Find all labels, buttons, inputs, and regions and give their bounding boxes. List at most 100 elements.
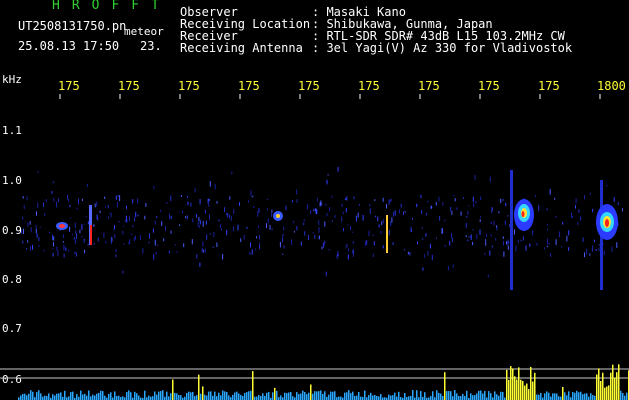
power-bar	[268, 391, 270, 400]
noise-dot	[544, 247, 545, 250]
noise-dot	[38, 245, 40, 247]
power-bar	[476, 393, 478, 400]
power-bar	[538, 394, 540, 400]
noise-dot	[259, 244, 260, 250]
noise-dot	[410, 228, 412, 233]
noise-dot	[293, 221, 295, 224]
power-bar	[554, 393, 556, 400]
noise-dot	[392, 242, 394, 245]
noise-dot	[97, 237, 99, 242]
noise-dot	[63, 244, 65, 251]
power-bar	[350, 393, 352, 400]
power-bar	[322, 393, 324, 400]
power-bar	[574, 392, 576, 400]
noise-dot	[266, 198, 268, 200]
noise-dot	[484, 253, 486, 256]
noise-dot	[547, 224, 548, 226]
power-bar	[44, 395, 46, 400]
noise-dot	[555, 215, 557, 218]
power-bar	[340, 396, 342, 400]
power-bar	[158, 391, 160, 400]
noise-dot	[74, 239, 76, 245]
power-bar	[458, 396, 460, 400]
power-bar	[130, 392, 132, 400]
power-bar	[516, 379, 518, 400]
noise-dot	[104, 196, 106, 199]
noise-dot	[377, 216, 379, 222]
noise-dot	[337, 250, 339, 255]
noise-dot	[186, 215, 188, 220]
power-bar	[46, 396, 48, 400]
power-bar	[204, 394, 206, 400]
noise-dot	[480, 196, 482, 201]
noise-dot	[291, 239, 293, 245]
power-bar	[520, 379, 522, 400]
power-bar	[446, 391, 448, 400]
power-bar	[234, 392, 236, 400]
power-bar	[438, 392, 440, 400]
power-bar	[546, 391, 548, 400]
power-bar	[370, 392, 372, 400]
noise-dot	[575, 198, 577, 204]
noise-dot	[155, 251, 157, 255]
power-bar	[352, 391, 354, 400]
noise-dot	[388, 199, 390, 205]
noise-dot	[205, 220, 207, 225]
power-bar	[60, 392, 62, 400]
power-bar	[320, 390, 322, 400]
power-bar	[610, 372, 612, 400]
power-bar	[206, 395, 208, 400]
noise-dot	[404, 248, 406, 251]
noise-dot	[69, 204, 71, 208]
noise-dot	[584, 252, 585, 258]
noise-dot	[209, 181, 211, 187]
power-bar	[224, 391, 226, 400]
noise-dot	[133, 237, 135, 241]
noise-dot	[555, 239, 557, 246]
power-bar	[530, 366, 532, 400]
noise-dot	[430, 205, 432, 209]
noise-dot	[324, 240, 326, 244]
noise-dot	[87, 221, 89, 225]
noise-dot	[206, 234, 208, 240]
power-bar	[626, 392, 628, 400]
noise-dot	[447, 266, 449, 271]
power-bar	[250, 390, 252, 400]
noise-dot	[43, 202, 44, 207]
power-bar	[82, 394, 84, 400]
noise-dot	[441, 228, 443, 234]
noise-dot	[216, 242, 218, 248]
noise-dot	[116, 202, 118, 208]
power-bar	[300, 393, 302, 400]
noise-dot	[336, 254, 338, 260]
noise-dot	[313, 209, 315, 211]
noise-dot	[81, 198, 83, 201]
power-bar	[160, 391, 162, 400]
noise-dot	[169, 213, 170, 220]
noise-dot	[345, 208, 347, 213]
noise-dot	[296, 226, 298, 231]
noise-dot	[366, 240, 368, 245]
noise-dot	[460, 211, 462, 216]
noise-dot	[303, 222, 305, 226]
noise-dot	[142, 248, 144, 254]
power-bar	[94, 395, 96, 400]
noise-dot	[329, 207, 331, 211]
power-bar	[178, 395, 180, 400]
power-bar	[450, 391, 452, 400]
noise-dot	[53, 242, 54, 247]
power-bar	[96, 393, 98, 400]
noise-dot	[145, 203, 147, 207]
noise-dot	[53, 236, 55, 241]
power-bar	[70, 392, 72, 400]
noise-dot	[347, 254, 349, 260]
power-bar	[214, 391, 216, 400]
noise-dot	[192, 218, 194, 223]
noise-dot	[407, 251, 409, 255]
noise-dot	[318, 235, 320, 240]
noise-dot	[598, 244, 600, 246]
noise-dot	[201, 248, 203, 253]
noise-dot	[617, 201, 619, 206]
noise-dot	[202, 220, 204, 227]
noise-dot	[507, 239, 509, 246]
